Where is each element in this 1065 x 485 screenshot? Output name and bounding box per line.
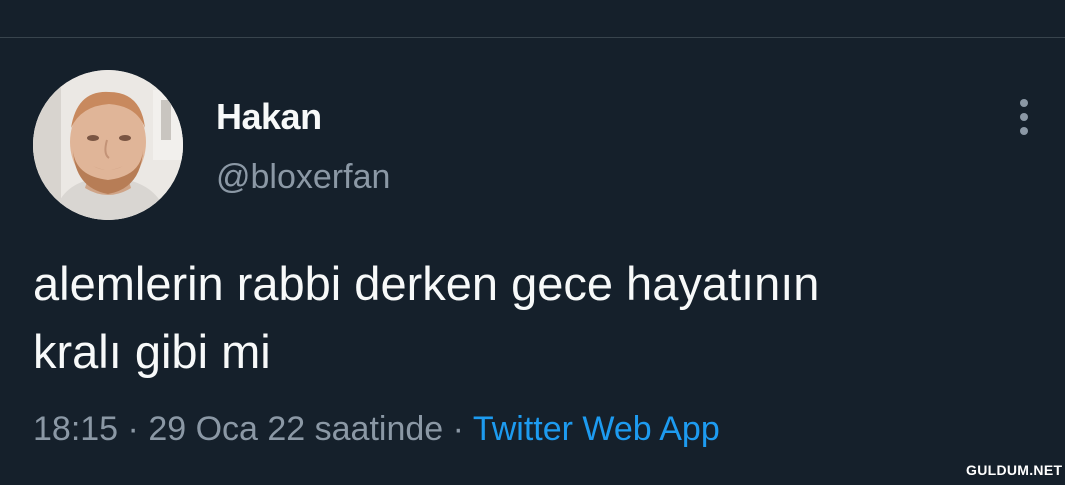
top-divider	[0, 37, 1065, 38]
author-handle[interactable]: @bloxerfan	[216, 158, 390, 197]
tweet-date[interactable]: 29 Oca 22 saatinde	[148, 410, 443, 448]
author-display-name[interactable]: Hakan	[216, 96, 322, 138]
tweet-source-link[interactable]: Twitter Web App	[473, 410, 720, 448]
tweet-time[interactable]: 18:15	[33, 410, 118, 448]
tweet-meta: 18:15 · 29 Oca 22 saatinde · Twitter Web…	[33, 410, 720, 449]
profile-photo-icon	[33, 70, 183, 220]
avatar[interactable]	[33, 70, 183, 220]
meta-separator: ·	[118, 410, 149, 448]
watermark: GULDUM.NET	[966, 462, 1063, 478]
more-dot	[1020, 113, 1028, 121]
more-dot	[1020, 99, 1028, 107]
more-dot	[1020, 127, 1028, 135]
meta-separator: ·	[443, 410, 473, 448]
more-vertical-icon[interactable]	[1008, 95, 1040, 139]
tweet-text: alemlerin rabbi derken gece hayatının kr…	[33, 257, 820, 378]
